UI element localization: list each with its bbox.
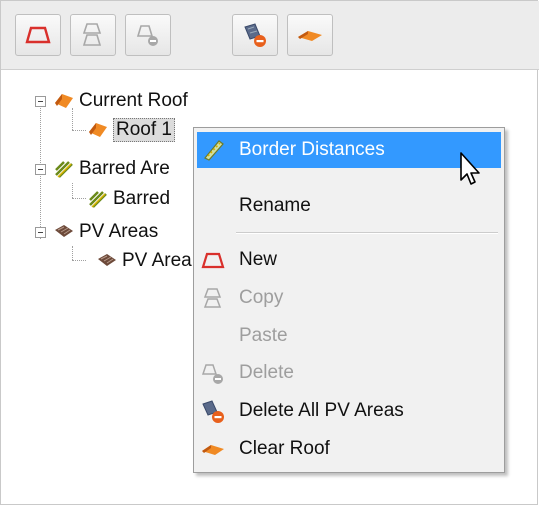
collapse-toggle[interactable] [35, 96, 46, 107]
new-roof-button[interactable] [15, 14, 61, 56]
tree-item-label: PV Areas [79, 221, 159, 242]
copy-roof-icon [201, 286, 225, 310]
delete-all-pv-areas-button[interactable] [232, 14, 278, 56]
tree-item-pv-area[interactable]: PV Area [96, 249, 192, 273]
menu-item-label: Delete All PV Areas [239, 400, 404, 421]
tree-item-roof-1[interactable]: Roof 1 [87, 118, 175, 142]
collapse-toggle[interactable] [35, 227, 46, 238]
delete-roof-button[interactable] [125, 14, 171, 56]
delete-all-pv-areas-icon [242, 22, 268, 48]
pv-area-icon [96, 251, 118, 271]
clear-roof-button[interactable] [287, 14, 333, 56]
roof-icon [53, 91, 75, 111]
tree-item-barred-area[interactable]: Barred [87, 187, 170, 211]
menu-item-label: New [239, 249, 278, 270]
menu-item-new[interactable]: New [197, 242, 501, 278]
tree-connector [72, 198, 86, 199]
copy-roof-icon [82, 22, 104, 48]
delete-all-pv-areas-icon [201, 399, 225, 423]
menu-item-border-distances[interactable]: Border Distances [197, 132, 501, 168]
delete-roof-icon [136, 22, 160, 48]
menu-separator [236, 232, 498, 234]
tree-connector [72, 246, 73, 260]
new-roof-icon [201, 248, 225, 272]
copy-roof-button[interactable] [70, 14, 116, 56]
tree-item-current-roof[interactable]: Current Roof [53, 89, 188, 113]
menu-item-rename[interactable]: Rename [197, 188, 501, 224]
menu-item-label: Delete [239, 362, 294, 383]
tree-connector [72, 183, 73, 198]
clear-roof-icon [296, 25, 324, 45]
barred-area-icon [87, 189, 109, 209]
tree-item-label: Barred [113, 188, 171, 209]
menu-item-paste[interactable]: Paste [197, 318, 501, 354]
menu-item-clear-roof[interactable]: Clear Roof [197, 431, 501, 467]
tree-item-label: Roof 1 [113, 118, 175, 142]
tree-item-label: PV Area [122, 250, 192, 271]
delete-roof-icon [201, 361, 225, 385]
new-roof-icon [25, 25, 51, 45]
tree-connector [72, 260, 86, 261]
border-distances-icon [201, 138, 225, 162]
menu-item-delete[interactable]: Delete [197, 355, 501, 391]
menu-item-label: Paste [239, 325, 288, 346]
tree-item-barred-areas[interactable]: Barred Are [53, 157, 170, 181]
menu-item-label: Border Distances [239, 139, 385, 160]
tree-item-label: Current Roof [79, 90, 188, 111]
menu-item-delete-all-pv-areas[interactable]: Delete All PV Areas [197, 393, 501, 429]
menu-item-copy[interactable]: Copy [197, 280, 501, 316]
collapse-toggle[interactable] [35, 164, 46, 175]
toolbar [1, 1, 539, 70]
tree-item-label: Barred Are [79, 158, 170, 179]
menu-item-label: Clear Roof [239, 438, 330, 459]
tree-item-pv-areas[interactable]: PV Areas [53, 220, 158, 244]
clear-roof-icon [201, 437, 225, 461]
tree-connector [72, 130, 86, 131]
menu-item-label: Rename [239, 195, 311, 216]
pv-area-icon [53, 222, 75, 242]
mouse-cursor-icon [457, 150, 485, 195]
menu-item-label: Copy [239, 287, 284, 308]
roof-icon [87, 120, 109, 140]
barred-area-icon [53, 159, 75, 179]
